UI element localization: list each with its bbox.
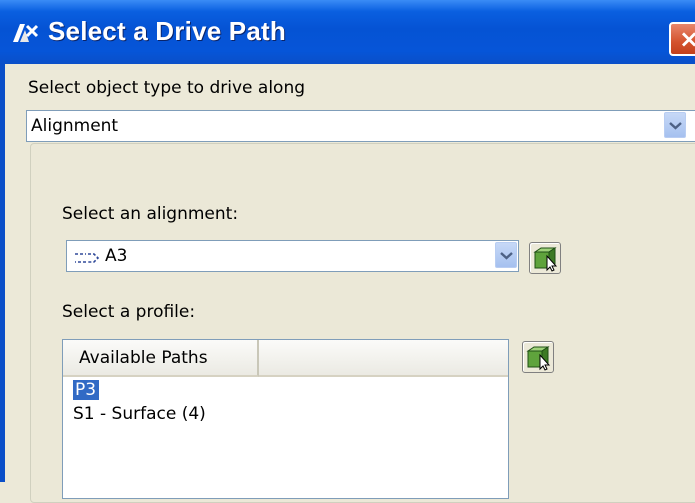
column-header-available-paths[interactable]: Available Paths	[63, 340, 259, 377]
chevron-down-icon[interactable]	[495, 242, 517, 268]
alignment-value: A3	[105, 246, 128, 266]
list-item[interactable]: S1 - Surface (4)	[73, 404, 206, 424]
object-type-value: Alignment	[31, 116, 119, 136]
object-type-dropdown[interactable]: Alignment	[26, 110, 695, 142]
pick-from-drawing-icon	[526, 346, 551, 371]
object-type-label: Select object type to drive along	[28, 78, 306, 98]
close-icon: ×	[679, 25, 695, 53]
column-header-label: Available Paths	[79, 348, 208, 368]
pick-alignment-button[interactable]	[529, 242, 561, 274]
profile-list[interactable]: Available Paths P3 S1 - Surface (4)	[62, 339, 509, 499]
window-title: Select a Drive Path	[48, 16, 286, 46]
title-bar: Select a Drive Path ×	[0, 0, 695, 64]
list-item-label: P3	[73, 380, 100, 400]
close-button[interactable]: ×	[669, 22, 695, 56]
column-header-filler	[259, 340, 508, 377]
list-item[interactable]: P3	[73, 380, 100, 400]
pick-profile-button[interactable]	[522, 341, 554, 373]
alignment-icon	[74, 250, 100, 269]
app-icon	[11, 22, 41, 44]
profile-label: Select a profile:	[62, 302, 196, 322]
alignment-dropdown[interactable]: A3	[66, 240, 519, 272]
alignment-label: Select an alignment:	[62, 204, 239, 224]
pick-from-drawing-icon	[533, 247, 558, 272]
chevron-down-icon[interactable]	[664, 112, 686, 138]
window-border	[0, 64, 5, 482]
list-item-label: S1 - Surface (4)	[73, 404, 206, 424]
